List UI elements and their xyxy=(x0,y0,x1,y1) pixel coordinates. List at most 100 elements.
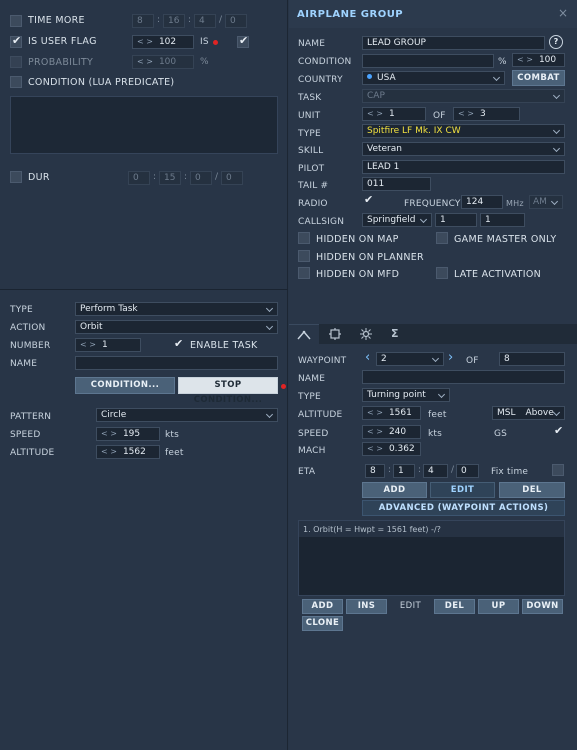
waypoint-edit-button[interactable]: EDIT xyxy=(430,482,495,498)
group-condition-value[interactable]: < > 100 xyxy=(512,53,565,67)
modulation-dropdown[interactable]: AM xyxy=(529,195,563,209)
close-icon[interactable]: × xyxy=(558,6,568,20)
action-add-button[interactable]: ADD xyxy=(302,599,343,614)
stop-condition-button[interactable]: STOP CONDITION... xyxy=(178,377,278,405)
waypoint-type-dropdown[interactable]: Turning point xyxy=(362,388,450,402)
stepper-arrows-icon[interactable]: < > xyxy=(137,37,153,46)
game-master-only-checkbox[interactable] xyxy=(436,232,448,244)
eta-minute[interactable]: 4 xyxy=(423,464,448,478)
list-item[interactable]: 1. Orbit(H = Hwpt = 1561 feet) -/? xyxy=(303,525,441,534)
orbit-altitude-unit: feet xyxy=(165,448,184,458)
skill-dropdown[interactable]: Veteran xyxy=(362,142,565,156)
waypoint-dropdown[interactable]: 2 xyxy=(376,352,444,366)
task-type-dropdown[interactable]: Perform Task xyxy=(75,302,278,316)
hidden-on-map-checkbox[interactable] xyxy=(298,232,310,244)
callsign-label: CALLSIGN xyxy=(298,217,345,227)
action-up-button[interactable]: UP xyxy=(478,599,519,614)
condition-button[interactable]: CONDITION... xyxy=(75,377,175,394)
dur-checkbox[interactable] xyxy=(10,171,22,183)
stepper-arrows-icon[interactable]: < > xyxy=(458,109,474,118)
orbit-speed-input[interactable]: < > 195 xyxy=(96,427,160,441)
user-flag-input[interactable]: < > 102 xyxy=(132,35,194,49)
callsign-number-2[interactable]: 1 xyxy=(480,213,525,227)
waypoint-prev-icon[interactable]: ‹ xyxy=(365,350,370,365)
enable-task-checkbox[interactable] xyxy=(172,337,184,351)
stepper-arrows-icon[interactable]: < > xyxy=(137,57,153,66)
time-more-hour[interactable]: 16 xyxy=(163,14,185,28)
stepper-arrows-icon[interactable]: < > xyxy=(517,55,533,64)
pattern-dropdown[interactable]: Circle xyxy=(96,408,278,422)
action-ins-button[interactable]: INS xyxy=(346,599,387,614)
group-name-input[interactable]: LEAD GROUP xyxy=(362,36,545,50)
orbit-altitude-input[interactable]: < > 1562 xyxy=(96,445,160,459)
waypoint-name-input[interactable] xyxy=(362,370,565,384)
country-dropdown[interactable]: USA xyxy=(362,71,505,85)
condition-lua-checkbox[interactable] xyxy=(10,76,22,88)
time-more-checkbox[interactable] xyxy=(10,15,22,27)
tab-sigma[interactable]: Σ xyxy=(382,324,410,344)
stepper-arrows-icon[interactable]: < > xyxy=(367,427,383,436)
help-icon[interactable]: ? xyxy=(549,35,563,49)
time-more-second[interactable]: 0 xyxy=(225,14,247,28)
user-flag-checkbox[interactable] xyxy=(10,34,22,48)
task-dropdown[interactable]: CAP xyxy=(362,89,565,103)
tab-settings[interactable] xyxy=(351,324,381,344)
combat-button[interactable]: COMBAT xyxy=(512,70,565,86)
eta-day[interactable]: 8 xyxy=(365,464,385,478)
time-more-day[interactable]: 8 xyxy=(132,14,154,28)
frequency-input[interactable]: 124 xyxy=(461,195,503,209)
radio-checkbox[interactable] xyxy=(362,193,374,207)
condition-lua-editor[interactable] xyxy=(10,96,278,154)
gs-checkbox[interactable] xyxy=(552,424,564,438)
tab-route[interactable] xyxy=(289,324,319,344)
action-clone-button[interactable]: CLONE xyxy=(302,616,343,631)
altitude-ref-value: MSL xyxy=(497,408,516,418)
unit-total-input[interactable]: < > 3 xyxy=(453,107,520,121)
pilot-input[interactable]: LEAD 1 xyxy=(362,160,565,174)
group-header: AIRPLANE GROUP × xyxy=(289,0,577,28)
callsign-dropdown[interactable]: Springfield xyxy=(362,213,432,227)
stepper-arrows-icon[interactable]: < > xyxy=(80,340,96,349)
dur-minute[interactable]: 0 xyxy=(190,171,212,185)
eta-second[interactable]: 0 xyxy=(456,464,479,478)
user-flag-value-checkbox[interactable] xyxy=(237,34,249,48)
task-action-dropdown[interactable]: Orbit xyxy=(75,320,278,334)
stepper-arrows-icon[interactable]: < > xyxy=(367,408,383,417)
tab-target[interactable] xyxy=(320,324,350,344)
stepper-arrows-icon[interactable]: < > xyxy=(367,109,383,118)
stepper-arrows-icon[interactable]: < > xyxy=(101,429,117,438)
waypoint-del-button[interactable]: DEL xyxy=(499,482,565,498)
late-activation-checkbox[interactable] xyxy=(436,267,448,279)
unit-input[interactable]: < > 1 xyxy=(362,107,426,121)
condition-lua-label: CONDITION (LUA PREDICATE) xyxy=(28,77,175,88)
stepper-arrows-icon[interactable]: < > xyxy=(367,444,383,453)
task-name-input[interactable] xyxy=(75,356,278,370)
dur-second[interactable]: 0 xyxy=(221,171,243,185)
tail-input[interactable]: 011 xyxy=(362,177,431,191)
eta-hour[interactable]: 1 xyxy=(393,464,415,478)
hidden-on-planner-checkbox[interactable] xyxy=(298,250,310,262)
waypoint-add-button[interactable]: ADD xyxy=(362,482,427,498)
action-down-button[interactable]: DOWN xyxy=(522,599,563,614)
callsign-number-1[interactable]: 1 xyxy=(435,213,477,227)
stepper-arrows-icon[interactable]: < > xyxy=(101,447,117,456)
task-number-input[interactable]: < > 1 xyxy=(75,338,141,352)
fix-time-checkbox[interactable] xyxy=(552,464,564,476)
action-del-button[interactable]: DEL xyxy=(434,599,475,614)
waypoint-next-icon[interactable]: › xyxy=(448,350,453,365)
actions-list[interactable]: 1. Orbit(H = Hwpt = 1561 feet) -/? xyxy=(298,520,565,596)
probability-checkbox[interactable] xyxy=(10,56,22,68)
time-more-minute[interactable]: 4 xyxy=(194,14,216,28)
advanced-waypoint-actions-button[interactable]: ADVANCED (WAYPOINT ACTIONS) xyxy=(362,500,565,516)
hidden-on-mfd-checkbox[interactable] xyxy=(298,267,310,279)
waypoint-altitude-input[interactable]: < > 1561 xyxy=(362,406,421,420)
probability-input[interactable]: < > 100 xyxy=(132,55,194,69)
mach-input[interactable]: < > 0.362 xyxy=(362,442,421,456)
dur-day[interactable]: 0 xyxy=(128,171,150,185)
action-edit-button[interactable]: EDIT xyxy=(390,599,431,614)
altitude-ref-dropdown[interactable]: MSL Above xyxy=(492,406,565,420)
dur-hour[interactable]: 15 xyxy=(159,171,181,185)
waypoint-speed-input[interactable]: < > 240 xyxy=(362,425,421,439)
aircraft-type-dropdown[interactable]: Spitfire LF Mk. IX CW xyxy=(362,124,565,138)
group-condition-input[interactable] xyxy=(362,54,494,68)
